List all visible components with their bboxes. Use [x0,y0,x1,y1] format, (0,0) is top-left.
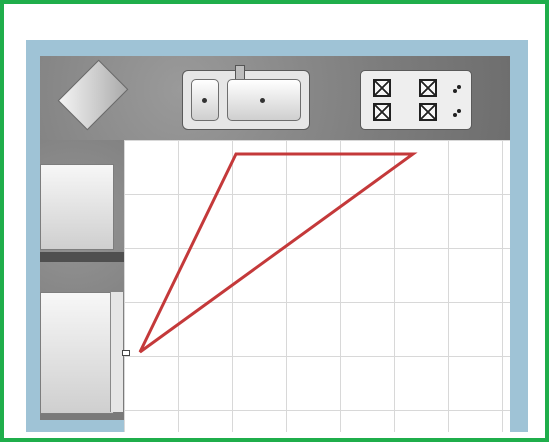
knob-icon [453,89,457,93]
burner-icon [373,103,391,121]
tile-floor-grid [124,140,510,432]
knob-icon [457,85,461,89]
drain-icon [260,98,265,103]
knob-icon [453,113,457,117]
four-burner-stove-icon [360,70,472,130]
burner-icon [419,103,437,121]
upper-cabinet [40,164,114,250]
knob-icon [457,109,461,113]
burner-icon [419,79,437,97]
lower-cabinet [40,292,114,414]
small-sink-bowl [191,79,219,121]
drain-icon [202,98,207,103]
cabinet-divider [40,252,124,262]
double-sink-icon [182,65,310,130]
cabinet-handle-icon [122,350,130,356]
burner-icon [373,79,391,97]
large-sink-bowl [227,79,301,121]
figure-frame [0,0,549,442]
kitchen-floor-plan [26,40,528,432]
